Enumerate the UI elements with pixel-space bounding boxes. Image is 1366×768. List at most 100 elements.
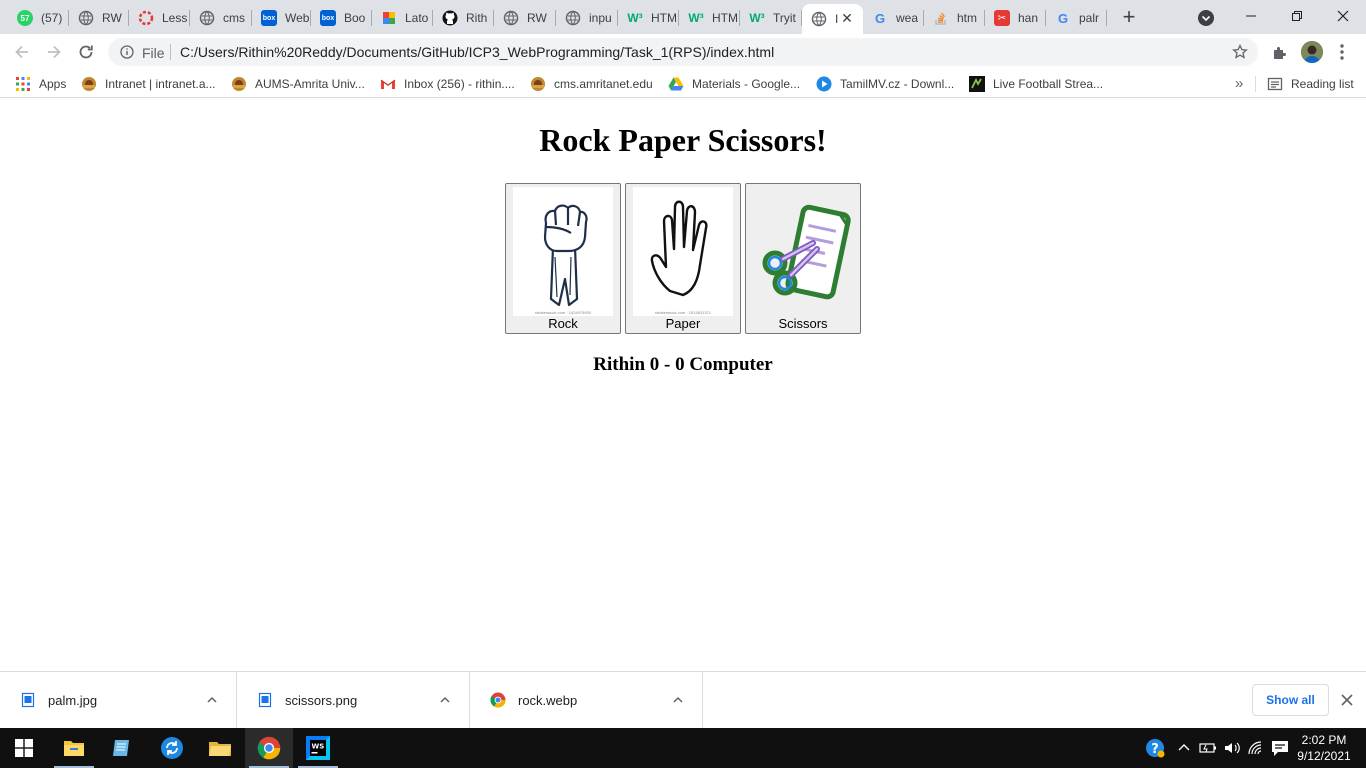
bookmarks-bar: Apps Intranet | intranet.a... AUMS-Amrit…	[0, 70, 1366, 98]
stackoverflow-icon	[935, 12, 946, 25]
bookmark-cms[interactable]: cms.amritanet.edu	[530, 76, 653, 92]
tab-title: han	[1018, 11, 1039, 25]
tab-rw[interactable]: RW	[69, 4, 129, 32]
notification-center-icon[interactable]	[1270, 738, 1290, 758]
taskbar-chrome[interactable]	[245, 728, 293, 768]
chevron-up-icon[interactable]	[672, 694, 684, 706]
bookmark-star-icon[interactable]	[1232, 44, 1248, 60]
profile-avatar[interactable]	[1301, 41, 1323, 63]
download-filename: palm.jpg	[48, 693, 98, 708]
tab-less[interactable]: Less	[129, 4, 190, 32]
windows-taskbar: WS ? 2:02 PM 9/12/2021	[0, 728, 1366, 768]
chevron-up-icon[interactable]	[206, 694, 218, 706]
show-all-button[interactable]: Show all	[1252, 684, 1329, 716]
notepad-icon	[113, 740, 129, 756]
chevron-up-icon[interactable]	[439, 694, 451, 706]
browser-toolbar: File C:/Users/Rithin%20Reddy/Documents/G…	[0, 34, 1366, 70]
close-icon[interactable]	[1341, 694, 1353, 706]
tab-input[interactable]: inpu	[556, 4, 618, 32]
bookmark-materials-drive[interactable]: Materials - Google...	[668, 76, 800, 92]
play-icon	[816, 76, 832, 92]
github-icon	[442, 10, 458, 26]
taskbar-folder[interactable]	[196, 728, 244, 768]
tab-title: Less	[162, 11, 188, 25]
tab-title: Tryit	[773, 11, 796, 25]
download-item[interactable]: palm.jpg	[0, 672, 237, 729]
google-drive-icon	[668, 77, 684, 91]
forward-arrow-icon[interactable]	[44, 42, 64, 62]
bookmarks-overflow-button[interactable]: »	[1235, 75, 1243, 92]
new-tab-button[interactable]: +	[1117, 6, 1141, 30]
download-filename: scissors.png	[285, 693, 358, 708]
address-bar[interactable]: File C:/Users/Rithin%20Reddy/Documents/G…	[108, 38, 1258, 66]
bookmark-tamilmv[interactable]: TamilMV.cz - Downl...	[816, 76, 954, 92]
tab-w3-html-2[interactable]: W³ HTM	[679, 4, 740, 32]
tab-stackoverflow[interactable]: htm	[924, 4, 985, 32]
tab-w3-tryit[interactable]: W³ Tryit	[740, 4, 802, 32]
close-window-button[interactable]	[1320, 0, 1366, 32]
url-text[interactable]: C:/Users/Rithin%20Reddy/Documents/GitHub…	[180, 44, 774, 60]
image-file-icon	[258, 692, 272, 708]
back-arrow-icon[interactable]	[12, 42, 32, 62]
tab-han[interactable]: ✂ han	[985, 4, 1046, 32]
extensions-puzzle-icon[interactable]	[1271, 44, 1289, 62]
bookmark-intranet[interactable]: Intranet | intranet.a...	[81, 76, 216, 92]
info-icon[interactable]	[120, 45, 134, 59]
bookmark-label: cms.amritanet.edu	[554, 77, 653, 91]
tab-title: Lato	[405, 11, 429, 25]
bookmark-label: Live Football Strea...	[993, 77, 1104, 91]
gmail-icon	[380, 79, 396, 89]
tab-active-index[interactable]: I ✕	[802, 4, 863, 34]
tab-box-boo[interactable]: box Boo	[311, 4, 372, 32]
bookmark-aums[interactable]: AUMS-Amrita Univ...	[231, 76, 365, 92]
tab-title: wea	[896, 11, 919, 25]
file-explorer-icon	[64, 741, 84, 756]
download-item[interactable]: scissors.png	[237, 672, 470, 729]
score-display: Rithin 0 - 0 Computer	[593, 354, 773, 375]
bookmark-label: Apps	[39, 77, 67, 91]
google-photos-icon	[383, 12, 395, 24]
w3schools-icon: W³	[627, 11, 643, 25]
bookmark-live-football[interactable]: Live Football Strea...	[969, 76, 1103, 92]
bookmark-apps[interactable]: Apps	[15, 76, 66, 92]
tab-w3-html[interactable]: W³ HTM	[618, 4, 679, 32]
taskbar-webstorm[interactable]: WS	[294, 728, 342, 768]
tab-box-web[interactable]: box Web	[252, 4, 311, 32]
reading-list-button[interactable]: Reading list	[1267, 76, 1354, 92]
tab-rw-2[interactable]: RW	[494, 4, 556, 32]
download-item[interactable]: rock.webp	[470, 672, 703, 729]
bookmark-gmail-inbox[interactable]: Inbox (256) - rithin....	[380, 76, 515, 92]
tab-strip: 57 (57) RW Less cms box Web box Boo Lato…	[0, 0, 1366, 34]
volume-icon[interactable]	[1222, 738, 1242, 758]
tab-google-weather[interactable]: G wea	[863, 4, 924, 32]
rock-button[interactable]: shutterstock.com · 1424975930 Rock	[505, 183, 621, 334]
battery-icon[interactable]	[1198, 738, 1218, 758]
help-question-icon[interactable]: ?	[1145, 738, 1165, 758]
taskbar-file-explorer[interactable]	[50, 728, 98, 768]
wifi-icon[interactable]	[1246, 738, 1266, 758]
minimize-button[interactable]	[1228, 0, 1274, 32]
tab-google-palm[interactable]: G palr	[1046, 4, 1107, 32]
tab-cms[interactable]: cms	[190, 4, 252, 32]
tab-search-icon[interactable]	[1197, 9, 1215, 27]
restore-button[interactable]	[1274, 0, 1320, 32]
scissors-button[interactable]: Scissors	[745, 183, 861, 334]
start-button[interactable]	[0, 728, 48, 768]
w3schools-icon: W³	[688, 11, 704, 25]
taskbar-notepad[interactable]	[98, 728, 146, 768]
tab-whatsapp[interactable]: 57 (57)	[8, 4, 69, 32]
globe-icon	[78, 10, 94, 26]
taskbar-sync-app[interactable]	[148, 728, 196, 768]
system-clock[interactable]: 2:02 PM 9/12/2021	[1296, 732, 1352, 764]
download-filename: rock.webp	[518, 693, 578, 708]
web-page: Rock Paper Scissors! shutterstock.com · …	[0, 98, 1366, 671]
lifebuoy-icon	[138, 10, 154, 26]
show-hidden-icons-chevron-icon[interactable]	[1174, 738, 1194, 758]
tab-lato[interactable]: Lato	[372, 4, 433, 32]
reload-icon[interactable]	[76, 42, 96, 62]
paper-button[interactable]: shutterstock.com · 1513831371 Paper	[625, 183, 741, 334]
more-menu-icon[interactable]	[1339, 43, 1345, 61]
red-app-icon: ✂	[994, 10, 1010, 26]
tab-github[interactable]: Rith	[433, 4, 494, 32]
close-tab-icon[interactable]: ✕	[840, 11, 854, 25]
